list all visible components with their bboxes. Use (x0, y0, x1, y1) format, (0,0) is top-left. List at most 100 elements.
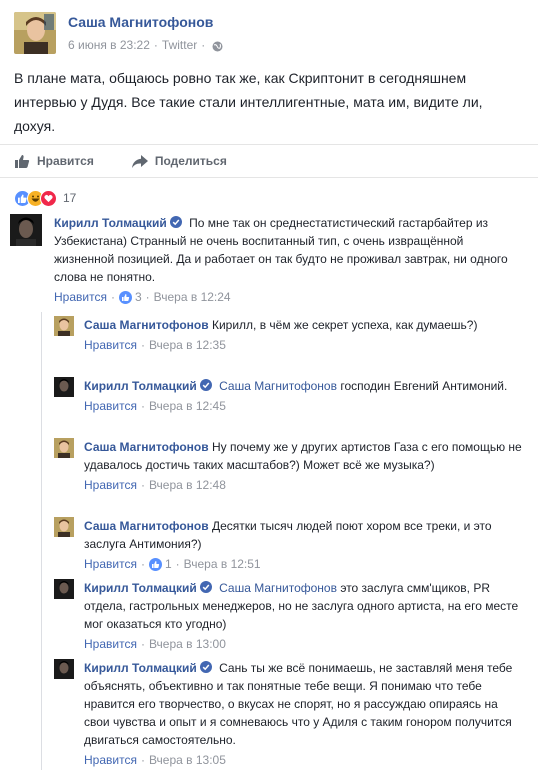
thumbs-up-icon (15, 154, 30, 168)
post-action-bar: Нравится Поделиться (0, 144, 538, 178)
reply: Саша Магнитофонов Десятки тысяч людей по… (54, 517, 530, 571)
comment-timestamp[interactable]: Вчера в 12:35 (149, 338, 226, 352)
comment-timestamp[interactable]: Вчера в 12:45 (149, 399, 226, 413)
like-count-icon (148, 557, 162, 571)
comment-body: Саша Магнитофонов Кирилл, в чём же секре… (84, 316, 524, 352)
comment-actions: Нравится · Вчера в 13:00 (84, 637, 524, 651)
comment-author[interactable]: Саша Магнитофонов (84, 440, 209, 454)
comment-author[interactable]: Кирилл Толмацкий (54, 216, 167, 230)
avatar[interactable] (54, 579, 74, 599)
separator-dot: · (175, 557, 180, 571)
comment-mention-link[interactable]: Саша Магнитофонов (219, 379, 337, 393)
comment-message: господин Евгений Антимоний. (340, 379, 508, 393)
post-text: В плане мата, общаюсь ровно так же, как … (14, 70, 483, 134)
avatar[interactable] (54, 316, 74, 336)
avatar[interactable] (54, 438, 74, 458)
comment-body: Кирилл Толмацкий Саша Магнитофонов это з… (84, 579, 524, 651)
share-button[interactable]: Поделиться (131, 154, 227, 168)
comment-author[interactable]: Кирилл Толмацкий (84, 379, 197, 393)
comment-actions: Нравится · 1 · Вчера в 12:51 (84, 557, 524, 571)
comment-text: Кирилл Толмацкий Саша Магнитофонов это з… (84, 579, 524, 633)
comment-like-link[interactable]: Нравится (84, 399, 137, 413)
reply: Саша Магнитофонов Ну почему же у других … (54, 438, 530, 492)
comment-mention-link[interactable]: Саша Магнитофонов (219, 581, 337, 595)
comment-text: Саша Магнитофонов Кирилл, в чём же секре… (84, 316, 524, 334)
like-count-icon (118, 290, 132, 304)
like-button-label: Нравится (37, 154, 94, 168)
post-meta: Саша Магнитофонов 6 июня в 23:22 · Twitt… (68, 12, 223, 56)
verified-badge-icon (199, 378, 212, 391)
reply: Кирилл Толмацкий Сань ты же всё понимаеш… (54, 659, 530, 767)
comment: Кирилл Толмацкий По мне так он среднеста… (10, 214, 520, 304)
comment-actions: Нравится · Вчера в 13:05 (84, 753, 524, 767)
separator-dot: · (153, 38, 158, 52)
comment-text: Кирилл Толмацкий Саша Магнитофонов госпо… (84, 377, 524, 395)
comment-body: Саша Магнитофонов Ну почему же у других … (84, 438, 524, 492)
comment-message: Кирилл, в чём же секрет успеха, как дума… (211, 318, 478, 332)
comment-body: Кирилл Толмацкий По мне так он среднеста… (54, 214, 520, 304)
reply: Кирилл Толмацкий Саша Магнитофонов это з… (54, 579, 530, 651)
separator-dot: · (145, 290, 150, 304)
comment-text: Кирилл Толмацкий Сань ты же всё понимаеш… (84, 659, 524, 749)
comment-timestamp[interactable]: Вчера в 12:24 (154, 290, 231, 304)
reply: Саша Магнитофонов Кирилл, в чём же секре… (54, 316, 530, 352)
post-source: Twitter (161, 38, 198, 52)
like-button[interactable]: Нравится (14, 154, 94, 169)
avatar[interactable] (14, 12, 56, 54)
avatar[interactable] (10, 214, 42, 246)
separator-dot: · (110, 290, 115, 304)
comment-timestamp[interactable]: Вчера в 13:05 (149, 753, 226, 767)
comment-text: Саша Магнитофонов Десятки тысяч людей по… (84, 517, 524, 553)
globe-icon[interactable] (212, 40, 223, 51)
comment-text: Саша Магнитофонов Ну почему же у других … (84, 438, 524, 474)
post-author[interactable]: Саша Магнитофонов (68, 13, 223, 31)
comment-body: Кирилл Толмацкий Саша Магнитофонов госпо… (84, 377, 524, 413)
comment-body: Саша Магнитофонов Десятки тысяч людей по… (84, 517, 524, 571)
comment-like-link[interactable]: Нравится (84, 478, 137, 492)
post-subline: 6 июня в 23:22 · Twitter · (68, 37, 223, 53)
comment-like-link[interactable]: Нравится (84, 338, 137, 352)
comment-actions: Нравится · Вчера в 12:35 (84, 338, 524, 352)
reactions-summary[interactable]: 17 (14, 188, 76, 208)
separator-dot: · (140, 557, 145, 571)
reply-thread-line (41, 312, 42, 770)
verified-badge-icon (199, 660, 212, 673)
comment-author[interactable]: Кирилл Толмацкий (84, 661, 197, 675)
share-button-label: Поделиться (154, 154, 227, 168)
post-card: Саша Магнитофонов 6 июня в 23:22 · Twitt… (0, 0, 538, 770)
reactions-count[interactable]: 17 (63, 191, 76, 205)
separator-dot: · (140, 338, 145, 352)
comment-actions: Нравится · Вчера в 12:48 (84, 478, 524, 492)
comment-timestamp[interactable]: Вчера в 13:00 (149, 637, 226, 651)
comment-timestamp[interactable]: Вчера в 12:48 (149, 478, 226, 492)
avatar[interactable] (54, 659, 74, 679)
post-header: Саша Магнитофонов 6 июня в 23:22 · Twitt… (14, 12, 223, 56)
separator-dot: · (140, 637, 145, 651)
comment-actions: Нравится · Вчера в 12:45 (84, 399, 524, 413)
comment-like-link[interactable]: Нравится (84, 557, 137, 571)
comment-author[interactable]: Кирилл Толмацкий (84, 581, 197, 595)
avatar[interactable] (54, 377, 74, 397)
comment-like-count[interactable]: 1 (165, 557, 172, 571)
separator-dot: · (140, 753, 145, 767)
post-date[interactable]: 6 июня в 23:22 (68, 37, 150, 53)
comment-like-link[interactable]: Нравится (84, 637, 137, 651)
separator-dot: · (201, 38, 206, 52)
reply: Кирилл Толмацкий Саша Магнитофонов госпо… (54, 377, 530, 413)
avatar[interactable] (54, 517, 74, 537)
comment-body: Кирилл Толмацкий Сань ты же всё понимаеш… (84, 659, 524, 767)
verified-badge-icon (169, 215, 182, 228)
comment-actions: Нравится · 3 · Вчера в 12:24 (54, 290, 520, 304)
comment-like-count[interactable]: 3 (135, 290, 142, 304)
comment-like-link[interactable]: Нравится (54, 290, 107, 304)
comment-author[interactable]: Саша Магнитофонов (84, 318, 209, 332)
verified-badge-icon (199, 580, 212, 593)
comment-timestamp[interactable]: Вчера в 12:51 (184, 557, 261, 571)
comment-author[interactable]: Саша Магнитофонов (84, 519, 209, 533)
comment-like-link[interactable]: Нравится (84, 753, 137, 767)
comment-text: Кирилл Толмацкий По мне так он среднеста… (54, 214, 520, 286)
separator-dot: · (140, 399, 145, 413)
share-arrow-icon (131, 154, 148, 168)
separator-dot: · (140, 478, 145, 492)
love-reaction-icon (40, 189, 57, 207)
